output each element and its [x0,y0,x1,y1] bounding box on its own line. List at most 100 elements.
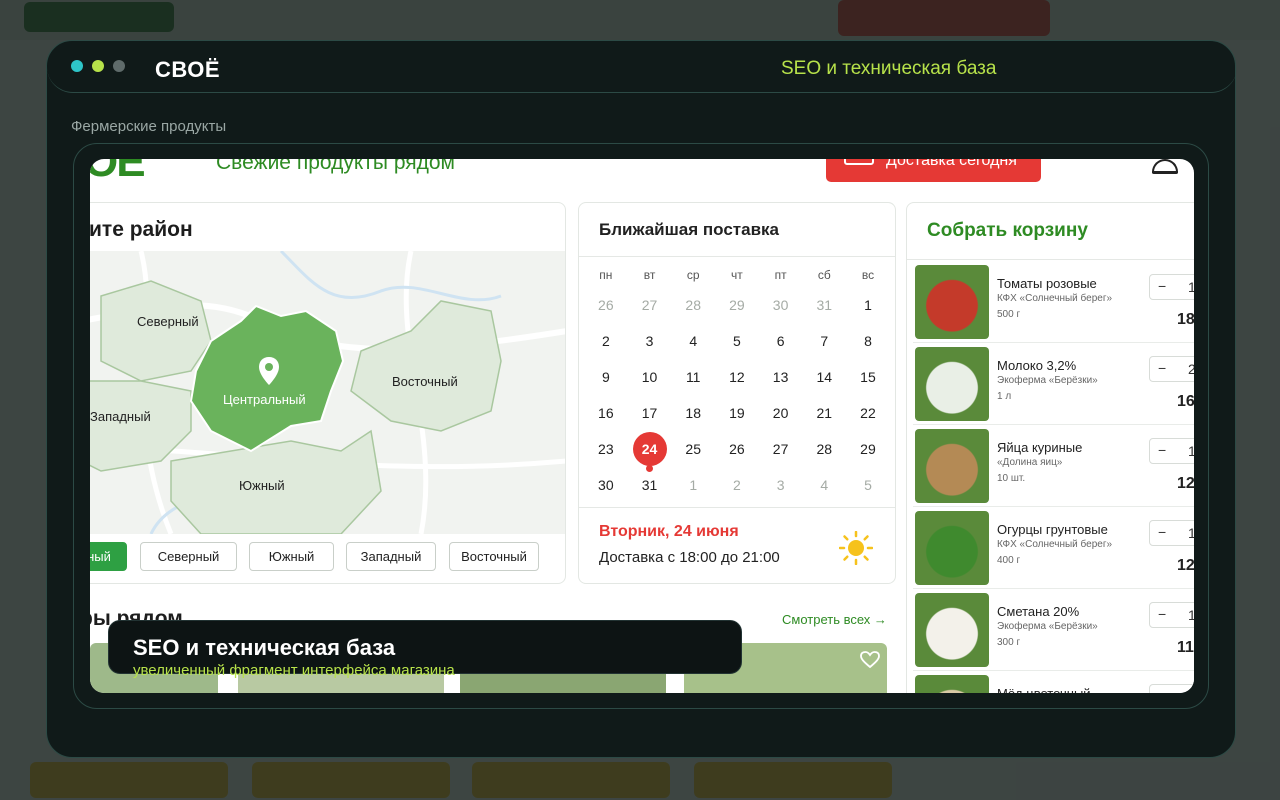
calendar-day[interactable]: 5 [715,333,759,349]
district-title: ите район [90,218,193,241]
calendar-day[interactable]: 7 [802,333,846,349]
calendar-day[interactable]: 9 [584,369,628,385]
calendar-day[interactable]: 5 [846,477,890,493]
calendar-day[interactable]: 29 [715,297,759,313]
product-farm: Экоферма «Берёзки» [997,621,1098,632]
calendar-day[interactable]: 27 [628,297,672,313]
calendar-day[interactable]: 8 [846,333,890,349]
decrease-button[interactable]: − [1158,688,1166,693]
basket-item: Сметана 20%Экоферма «Берёзки»300 г11−1 [913,589,1194,671]
basket-item: Томаты розовые КФХ «Солнечный берег» 500 г… [913,261,1194,343]
calendar-day[interactable]: 19 [715,405,759,421]
product-image[interactable] [915,347,989,421]
product-weight: 400 г [997,555,1021,566]
calendar-day[interactable]: 3 [759,477,803,493]
decrease-button[interactable]: − [1158,442,1166,458]
decrease-button[interactable]: − [1158,524,1166,540]
product-farm: Экоферма «Берёзки» [997,375,1098,386]
section-label: Фермерские продукты [71,118,227,135]
product-image[interactable] [915,429,989,503]
map-label-north: Северный [137,314,199,329]
calendar-day[interactable]: 2 [715,477,759,493]
calendar-day[interactable]: 13 [759,369,803,385]
quantity-stepper[interactable]: −1 [1149,602,1194,628]
calendar-day[interactable]: 17 [628,405,672,421]
chip-center[interactable]: ный [90,542,127,571]
district-map[interactable]: Северный Центральный Восточный Западный … [90,249,565,535]
calendar-day[interactable]: 6 [759,333,803,349]
map-label-east: Восточный [392,374,458,389]
calendar-day-selected[interactable]: 24 [628,432,672,472]
calendar-day[interactable]: 11 [671,369,715,385]
site-tagline: Свежие продукты рядом [216,159,455,174]
calendar-day[interactable]: 28 [802,441,846,457]
calendar-day[interactable]: 29 [846,441,890,457]
calendar-day[interactable]: 23 [584,441,628,457]
map-label-center: Центральный [223,392,306,407]
decrease-button[interactable]: − [1158,360,1166,376]
quantity-stepper[interactable]: −2 [1149,356,1194,382]
calendar-day[interactable]: 12 [715,369,759,385]
calendar-day[interactable]: 1 [846,297,890,313]
product-image[interactable] [915,511,989,585]
see-all-link[interactable]: Смотреть всех → [782,612,887,627]
calendar-day[interactable]: 3 [628,333,672,349]
calendar-day[interactable]: 2 [584,333,628,349]
calendar-day[interactable]: 4 [671,333,715,349]
weekday-label: ср [686,268,700,282]
chip-west[interactable]: Западный [346,542,436,571]
chip-south[interactable]: Южный [249,542,334,571]
brand-name: СВОЁ [155,57,221,82]
calendar-day[interactable]: 26 [584,297,628,313]
decrease-button[interactable]: − [1158,278,1166,294]
calendar-day[interactable]: 27 [759,441,803,457]
chip-north[interactable]: Северный [140,542,237,571]
site-logo[interactable]: ОЕ [90,159,146,187]
quantity-stepper[interactable]: −1 [1149,520,1194,546]
chip-east[interactable]: Восточный [449,542,539,571]
window-dot-icon [92,60,104,72]
calendar-day[interactable]: 15 [846,369,890,385]
product-name: Яйца куриные [997,440,1083,455]
calendar-day[interactable]: 30 [759,297,803,313]
calendar-day[interactable]: 30 [584,477,628,493]
product-weight: 10 шт. [997,473,1026,484]
calendar-day[interactable]: 22 [846,405,890,421]
calendar-day[interactable]: 21 [802,405,846,421]
quantity-value: 1 [1188,443,1194,459]
delivery-today-button[interactable]: Доставка сегодня [826,159,1041,182]
heart-icon[interactable] [860,651,880,669]
basket-card: Собрать корзину Томаты розовые КФХ «Солне… [906,202,1194,693]
calendar-day[interactable]: 14 [802,369,846,385]
product-farm: «Долина яиц» [997,457,1063,468]
quantity-stepper[interactable]: − [1149,684,1194,693]
calendar-day[interactable]: 31 [628,477,672,493]
product-image[interactable] [915,675,989,693]
calendar-day[interactable]: 20 [759,405,803,421]
product-weight: 1 л [997,391,1012,402]
product-image[interactable] [915,593,989,667]
quantity-stepper[interactable]: −1 [1149,438,1194,464]
cart-icon[interactable] [1152,159,1178,174]
quantity-value: 1 [1188,525,1194,541]
product-image[interactable] [915,265,989,339]
calendar-day[interactable]: 25 [671,441,715,457]
product-price: 12 [1177,557,1194,574]
title-bar: СВОЁ SEO и техническая база [47,41,1237,93]
calendar-day[interactable]: 31 [802,297,846,313]
calendar-day[interactable]: 1 [671,477,715,493]
product-price: 11 [1177,639,1194,656]
calendar-day[interactable]: 10 [628,369,672,385]
product-name: Сметана 20% [997,604,1080,619]
product-name: Огурцы грунтовые [997,522,1108,537]
weekday-label: сб [817,268,831,282]
weekday-label: вт [643,268,656,282]
calendar-day[interactable]: 4 [802,477,846,493]
calendar-day[interactable]: 26 [715,441,759,457]
map-label-west: Западный [90,409,151,424]
calendar-day[interactable]: 28 [671,297,715,313]
quantity-stepper[interactable]: −1 [1149,274,1194,300]
calendar-day[interactable]: 16 [584,405,628,421]
decrease-button[interactable]: − [1158,606,1166,622]
calendar-day[interactable]: 18 [671,405,715,421]
